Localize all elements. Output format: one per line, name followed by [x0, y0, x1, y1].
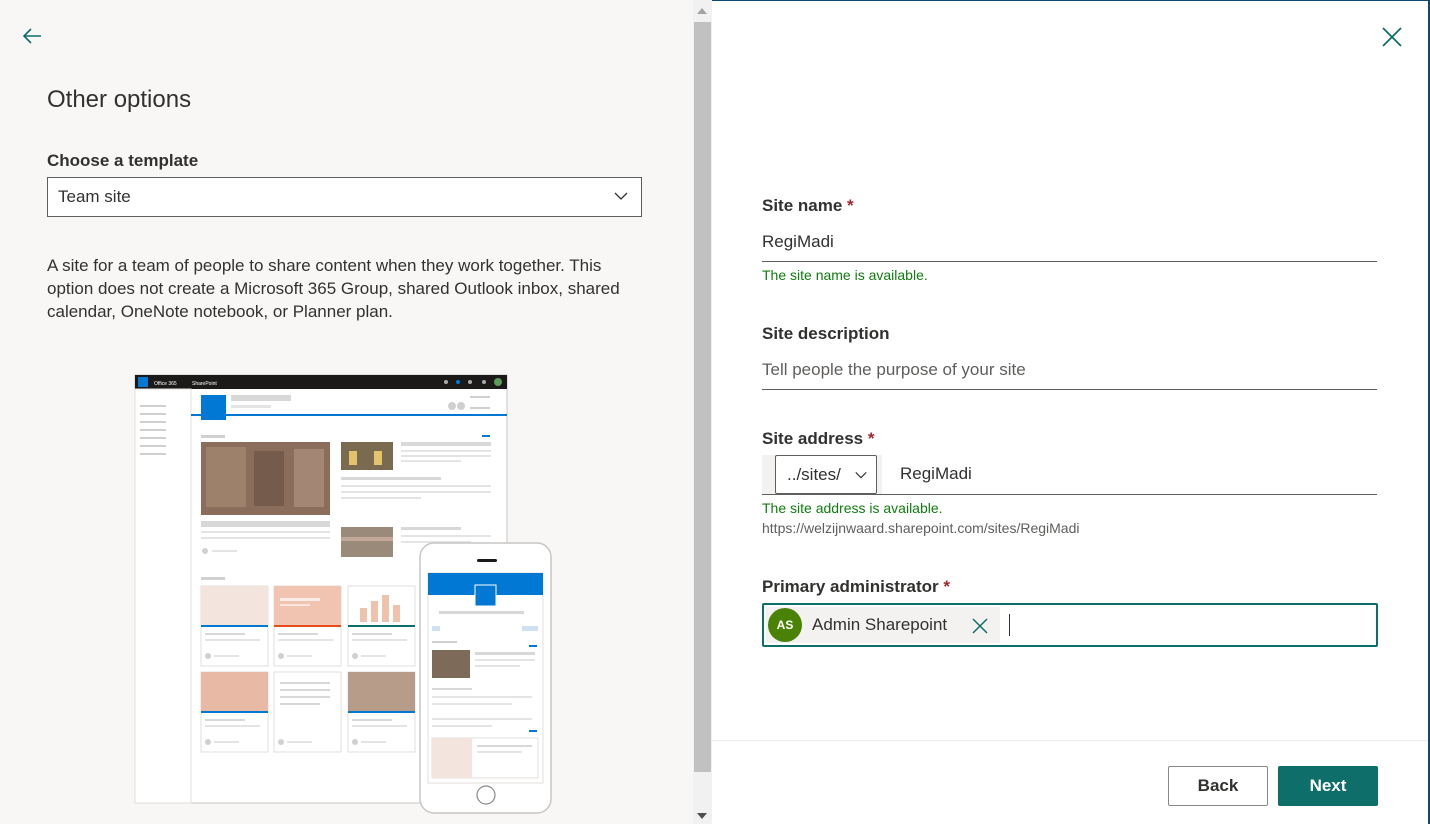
- admin-name: Admin Sharepoint: [812, 615, 948, 634]
- scrollbar-thumb[interactable]: [694, 22, 711, 772]
- admin-persona: AS Admin Sharepoint: [766, 607, 1000, 643]
- scroll-down-icon[interactable]: [697, 813, 707, 819]
- primary-admin-picker[interactable]: AS Admin Sharepoint: [762, 603, 1378, 647]
- site-address-prefix-dropdown[interactable]: ../sites/: [775, 455, 877, 494]
- site-description-input[interactable]: Tell people the purpose of your site: [762, 353, 1377, 390]
- back-arrow-icon[interactable]: [20, 24, 44, 48]
- template-description: A site for a team of people to share con…: [47, 256, 620, 321]
- site-name-status: The site name is available.: [762, 267, 928, 283]
- footer-divider: [712, 740, 1428, 741]
- panel-title: Other options: [47, 86, 192, 113]
- template-panel: Other options Choose a template Team sit…: [0, 0, 693, 824]
- close-icon[interactable]: [1380, 25, 1404, 49]
- preview-app-name: Office 365: [154, 381, 177, 387]
- site-name-label: Site name *: [762, 196, 854, 215]
- scroll-up-icon[interactable]: [697, 8, 707, 14]
- chevron-down-icon: [855, 471, 867, 479]
- template-dropdown-value: Team site: [58, 187, 131, 206]
- next-button[interactable]: Next: [1278, 766, 1378, 806]
- template-dropdown[interactable]: Team site: [47, 177, 642, 217]
- chevron-down-icon: [614, 192, 628, 200]
- preview-product-name: SharePoint: [192, 381, 217, 387]
- text-caret: [1009, 614, 1010, 636]
- site-address-input[interactable]: RegiMadi: [900, 464, 972, 484]
- site-address-url: https://welzijnwaard.sharepoint.com/site…: [762, 520, 1080, 536]
- template-preview-image: Office 365 SharePoint: [134, 374, 552, 814]
- template-label: Choose a template: [47, 151, 199, 170]
- site-details-panel: Site name * RegiMadi The site name is av…: [712, 0, 1430, 824]
- remove-icon[interactable]: [971, 617, 989, 635]
- back-button[interactable]: Back: [1168, 766, 1268, 806]
- site-address-label: Site address *: [762, 429, 875, 448]
- site-address-status: The site address is available.: [762, 500, 943, 516]
- primary-admin-label: Primary administrator *: [762, 577, 951, 596]
- avatar: AS: [768, 608, 802, 642]
- site-name-input[interactable]: RegiMadi: [762, 225, 1377, 262]
- site-description-label: Site description: [762, 324, 890, 343]
